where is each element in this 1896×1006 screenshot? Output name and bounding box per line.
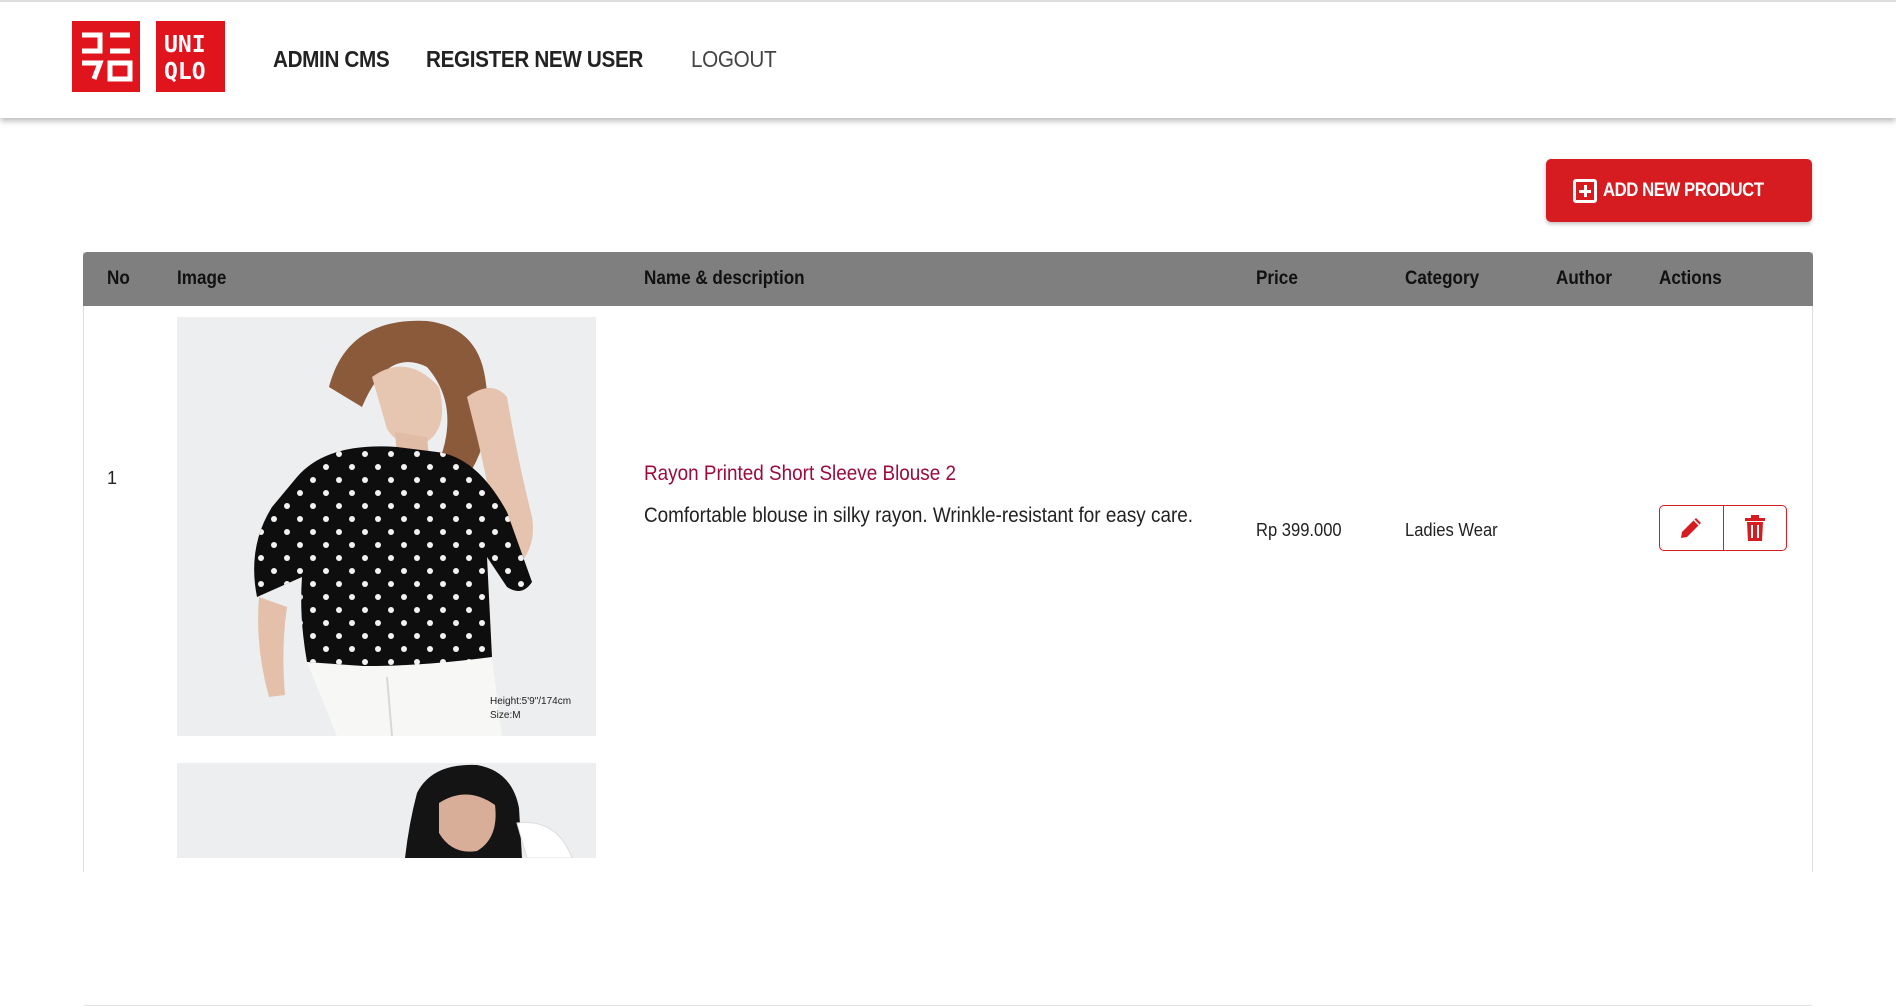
uniqlo-katakana-logo[interactable] — [72, 21, 140, 92]
image-caption-height: Height:5'9"/174cm — [490, 696, 572, 707]
edit-button[interactable] — [1660, 506, 1723, 550]
column-header-image: Image — [177, 268, 227, 289]
column-header-name-description: Name & description — [644, 268, 805, 289]
column-header-author: Author — [1556, 268, 1613, 289]
nav-logout[interactable]: LOGOUT — [691, 46, 777, 73]
column-header-category: Category — [1405, 268, 1480, 289]
table-header: No Image Name & description Price Catego… — [83, 252, 1813, 306]
main-nav: ADMIN CMS REGISTER NEW USER LOGOUT — [273, 46, 786, 73]
nav-admin-cms[interactable]: ADMIN CMS — [273, 46, 390, 73]
uniqlo-wordmark-logo[interactable]: UNI QLO — [156, 21, 225, 92]
svg-text:UNI: UNI — [164, 32, 206, 58]
product-name[interactable]: Rayon Printed Short Sleeve Blouse 2 — [644, 462, 956, 486]
image-caption: Height:5'9"/174cm Size:M — [490, 695, 571, 723]
trash-icon — [1744, 515, 1765, 541]
row-actions — [1659, 505, 1787, 551]
pencil-icon — [1681, 518, 1702, 538]
product-image[interactable]: Height:5'9"/174cm Size:M — [177, 317, 596, 736]
delete-button[interactable] — [1722, 506, 1787, 550]
product-price: Rp 399.000 — [1256, 520, 1342, 540]
add-new-product-label: ADD NEW PRODUCT — [1602, 179, 1764, 201]
column-header-actions: Actions — [1659, 268, 1722, 289]
add-new-product-button[interactable]: ADD NEW PRODUCT — [1546, 159, 1812, 222]
product-category: Ladies Wear — [1405, 520, 1498, 540]
plus-square-icon — [1572, 178, 1597, 203]
nav-register-new-user[interactable]: REGISTER NEW USER — [426, 46, 643, 73]
site-header: UNI QLO ADMIN CMS REGISTER NEW USER LOGO… — [0, 2, 1896, 118]
column-header-no: No — [107, 268, 130, 289]
svg-text:QLO: QLO — [164, 59, 206, 85]
product-image[interactable] — [177, 763, 596, 858]
product-description: Comfortable blouse in silky rayon. Wrink… — [644, 504, 1194, 527]
image-caption-size: Size:M — [490, 710, 521, 721]
row-number: 1 — [107, 468, 118, 488]
column-header-price: Price — [1256, 268, 1298, 289]
